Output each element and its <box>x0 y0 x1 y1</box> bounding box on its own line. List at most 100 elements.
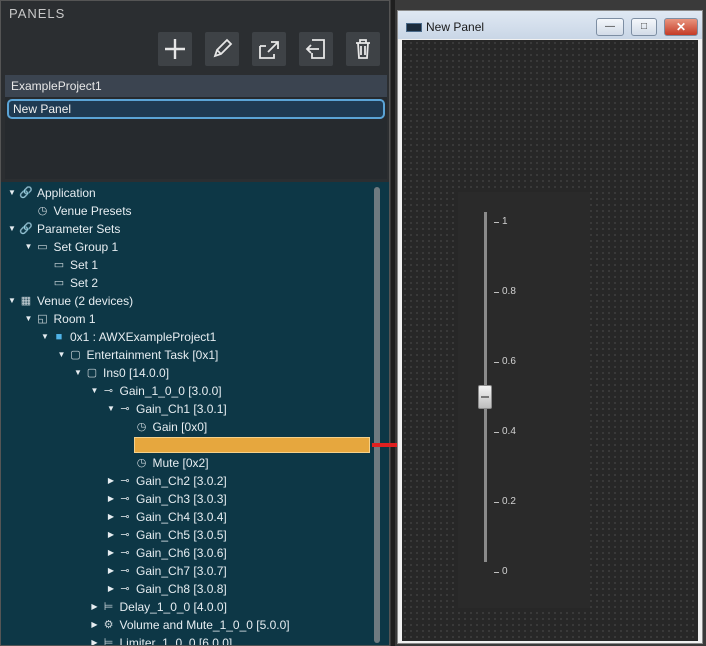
tree-item[interactable]: ▶ ⊸ Gain_Ch8 [3.0.8] <box>106 580 227 598</box>
tree-item[interactable]: ▶ ⊸ Gain_Ch7 [3.0.7] <box>106 562 227 580</box>
edit-panel-button[interactable] <box>205 32 239 66</box>
expand-arrow-icon[interactable]: ▶ <box>90 598 100 616</box>
tree-item[interactable]: ▼ ⊸ Gain_Ch1 [3.0.1] <box>106 400 227 418</box>
gain-icon: ⊸ <box>103 385 114 397</box>
venue-icon: ▦ <box>20 295 32 307</box>
tree-item-label: Gain_1_0_0 [3.0.0] <box>119 384 222 398</box>
collapse-arrow-icon[interactable]: ▼ <box>24 310 34 328</box>
collapse-arrow-icon[interactable]: ▼ <box>73 364 83 382</box>
tree-item-label: Parameter Sets <box>37 222 121 236</box>
tree-item[interactable]: ◷ Mute [0x2] <box>123 454 209 472</box>
maximize-button[interactable]: □ <box>631 18 657 36</box>
parameter-icon: ◷ <box>136 457 147 469</box>
vertical-slider[interactable]: 1 0.8 0.6 0.4 0.2 0 <box>458 192 590 608</box>
export-icon <box>259 41 279 59</box>
gain-icon: ⊸ <box>120 565 130 577</box>
tree-item-label: Gain_Ch5 [3.0.5] <box>136 528 227 542</box>
parameter-icon: ◷ <box>136 421 147 433</box>
collapse-arrow-icon[interactable]: ▼ <box>7 292 17 310</box>
slider-tick-label: 0.4 <box>502 426 516 437</box>
tree-item[interactable]: ▶ ⊨ Limiter_1_0_0 [6.0.0] <box>90 634 233 645</box>
collapse-arrow-icon[interactable]: ▼ <box>40 328 50 346</box>
tree-item[interactable]: ▼ ▦ Venue (2 devices) <box>7 292 133 310</box>
window-titlebar[interactable]: New Panel — □ ✕ <box>398 11 702 39</box>
expand-arrow-icon[interactable]: ▶ <box>106 544 116 562</box>
delete-panel-button[interactable] <box>346 32 380 66</box>
tree-item[interactable]: ▶ ⊸ Gain_Ch2 [3.0.2] <box>106 472 227 490</box>
minimize-button[interactable]: — <box>596 18 624 36</box>
expand-arrow-icon[interactable]: ▶ <box>90 616 100 634</box>
close-button[interactable]: ✕ <box>664 18 698 36</box>
gain-icon: ⊸ <box>120 583 130 595</box>
slider-tick <box>494 362 499 363</box>
limiter-icon: ⊨ <box>103 637 114 645</box>
tree-item[interactable]: ▶ ⊸ Gain_Ch5 [3.0.5] <box>106 526 227 544</box>
gain-icon: ⊸ <box>120 511 130 523</box>
pencil-icon <box>213 38 233 58</box>
tree-item[interactable]: ▼ ▭ Set Group 1 <box>24 238 119 256</box>
tree-item-label: Gain_Ch2 [3.0.2] <box>136 474 227 488</box>
expand-arrow-icon[interactable]: ▶ <box>106 526 116 544</box>
tree-item-label: Delay_1_0_0 [4.0.0] <box>119 600 227 614</box>
tree-item-label: Room 1 <box>53 312 96 326</box>
slider-tick-label: 0.8 <box>502 286 516 297</box>
tree-item-label: Limiter_1_0_0 [6.0.0] <box>119 636 233 645</box>
panel-canvas[interactable]: 1 0.8 0.6 0.4 0.2 0 <box>402 40 698 641</box>
slider-tick-label: 0.6 <box>502 356 516 367</box>
tree-item[interactable]: ▼ 🔗 Parameter Sets <box>7 220 120 238</box>
collapse-arrow-icon[interactable]: ▼ <box>7 184 17 202</box>
tree-item[interactable]: ▶ ⊸ Gain_Ch3 [3.0.3] <box>106 490 227 508</box>
export-panel-button[interactable] <box>252 32 286 66</box>
panel-list: ExampleProject1 New Panel <box>5 75 387 179</box>
expand-arrow-icon[interactable]: ▶ <box>106 490 116 508</box>
tree-item[interactable]: ▶ ⊨ Delay_1_0_0 [4.0.0] <box>90 598 227 616</box>
collapse-arrow-icon[interactable]: ▼ <box>90 382 100 400</box>
tree-item[interactable]: ▶ ⚙ Volume and Mute_1_0_0 [5.0.0] <box>90 616 289 634</box>
tree-item[interactable]: ▭ Set 1 <box>40 256 98 274</box>
slider-tick <box>494 292 499 293</box>
tree-item[interactable]: ▼ ⊸ Gain_1_0_0 [3.0.0] <box>90 382 222 400</box>
set-icon: ▭ <box>53 277 65 289</box>
expand-arrow-icon[interactable]: ▶ <box>106 472 116 490</box>
collapse-arrow-icon[interactable]: ▼ <box>24 238 34 256</box>
device-icon: ■ <box>55 331 63 343</box>
tree-item-label: Gain_Ch1 [3.0.1] <box>136 402 227 416</box>
tree-scrollbar[interactable] <box>374 187 380 643</box>
project-tree: ▼ 🔗 Application ◷ Venue Presets ▼ 🔗 Parameter S… <box>1 182 389 645</box>
tree-item-label: Entertainment Task [0x1] <box>86 348 219 362</box>
gain-icon: ⊸ <box>120 403 130 415</box>
expand-arrow-icon[interactable]: ▶ <box>106 508 116 526</box>
tree-item-label: Mute [0x2] <box>152 456 209 470</box>
expand-arrow-icon[interactable]: ▶ <box>106 580 116 598</box>
add-panel-button[interactable] <box>158 32 192 66</box>
tree-item[interactable]: ▼ ▢ Ins0 [14.0.0] <box>73 364 169 382</box>
panel-item-selected[interactable]: New Panel <box>7 99 385 119</box>
project-row[interactable]: ExampleProject1 <box>5 75 387 97</box>
tree-item[interactable]: ◷ Gain [0x0] <box>123 418 208 436</box>
panel-window: New Panel — □ ✕ 1 0.8 0.6 0.4 0.2 0 <box>397 10 703 644</box>
import-icon <box>305 39 325 59</box>
link-icon: 🔗 <box>19 187 33 199</box>
plus-icon <box>165 39 185 59</box>
panels-pane: PANELS ExampleProject1 New Panel ▼ 🔗 Appli… <box>0 0 390 646</box>
gain-icon: ⊸ <box>120 475 130 487</box>
expand-arrow-icon[interactable]: ▶ <box>90 634 100 645</box>
import-panel-button[interactable] <box>299 32 333 66</box>
tree-item[interactable]: ▶ ⊸ Gain_Ch6 [3.0.6] <box>106 544 227 562</box>
tree-item-label: Gain_Ch6 [3.0.6] <box>136 546 227 560</box>
tree-item[interactable]: ▭ Set 2 <box>40 274 98 292</box>
collapse-arrow-icon[interactable]: ▼ <box>57 346 67 364</box>
tree-item-label: Set 1 <box>70 258 99 272</box>
tree-item[interactable]: ▼ ▢ Entertainment Task [0x1] <box>57 346 219 364</box>
tree-item[interactable]: ▶ ⊸ Gain_Ch4 [3.0.4] <box>106 508 227 526</box>
tree-item[interactable]: ◷ Venue Presets <box>24 202 132 220</box>
splitter[interactable] <box>391 0 395 646</box>
tree-item-label: Ins0 [14.0.0] <box>103 366 170 380</box>
tree-item[interactable]: ▼ ■ 0x1 : AWXExampleProject1 <box>40 328 216 346</box>
tree-item[interactable]: ▼ 🔗 Application <box>7 184 96 202</box>
collapse-arrow-icon[interactable]: ▼ <box>7 220 17 238</box>
tree-item[interactable]: ▼ ◱ Room 1 <box>24 310 96 328</box>
collapse-arrow-icon[interactable]: ▼ <box>106 400 116 418</box>
expand-arrow-icon[interactable]: ▶ <box>106 562 116 580</box>
slider-thumb[interactable] <box>478 385 492 409</box>
